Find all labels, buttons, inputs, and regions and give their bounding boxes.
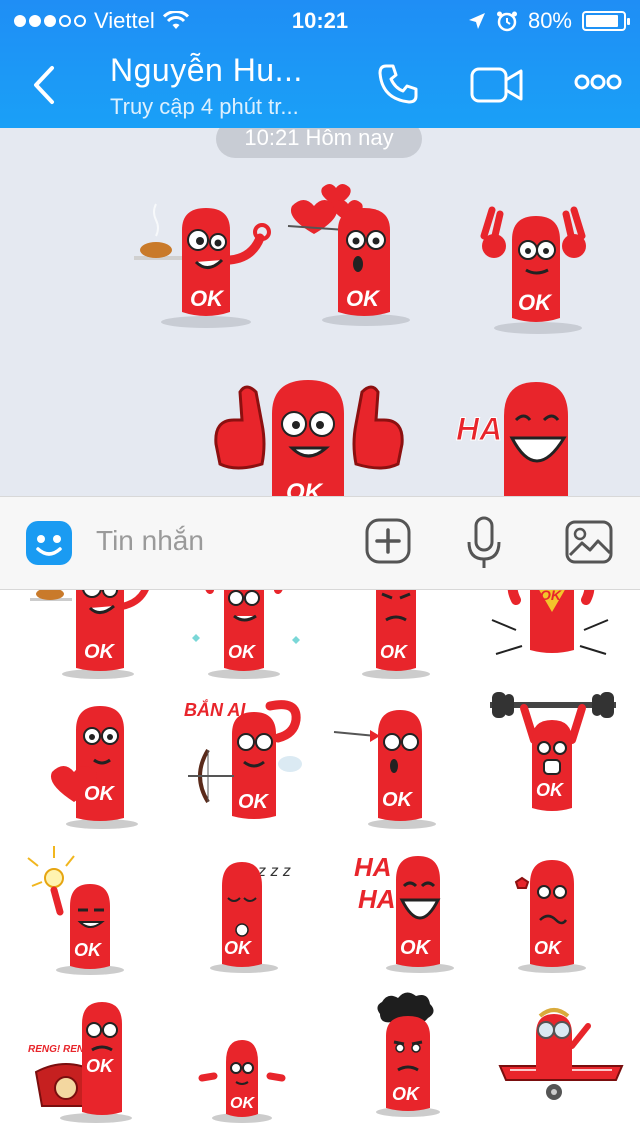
video-camera-icon[interactable] xyxy=(470,66,524,104)
sticker-item[interactable]: BẮN AI OK xyxy=(178,690,308,820)
sticker-ok-text: OK xyxy=(382,789,414,811)
sticker-ok-text: OK xyxy=(518,290,553,315)
sticker-ha-text: HA xyxy=(354,852,392,882)
sticker-ok-text: OK xyxy=(540,590,562,603)
sticker-item[interactable]: OK xyxy=(504,846,634,976)
chat-area[interactable]: 10:21 Hôm nay OK OK OK OK HA xyxy=(0,128,640,496)
alarm-clock-icon xyxy=(496,11,517,32)
more-dots-icon[interactable] xyxy=(574,74,622,90)
sticker-ok-text: OK xyxy=(380,642,409,662)
sticker-message[interactable]: OK xyxy=(286,178,426,328)
sticker-item[interactable] xyxy=(496,996,626,1126)
sticker-ok-text: OK xyxy=(400,937,432,959)
battery-percent: 80% xyxy=(527,8,572,33)
sticker-ok-text: OK xyxy=(74,940,103,960)
sticker-item[interactable]: HA HA OK xyxy=(350,846,480,976)
status-bar: Viettel 10:21 80% xyxy=(0,0,640,40)
plus-circle-icon[interactable] xyxy=(364,517,412,565)
sticker-ok-text: OK xyxy=(534,938,563,958)
sticker-ok-text: OK xyxy=(84,783,116,805)
image-icon[interactable] xyxy=(564,519,614,565)
sticker-item[interactable]: RENG! RENG! OK xyxy=(26,996,156,1126)
sticker-item[interactable]: OK xyxy=(486,590,616,680)
sticker-message[interactable]: OK xyxy=(126,200,276,330)
sticker-ok-text: OK xyxy=(228,642,257,662)
sticker-ok-text: OK xyxy=(224,938,253,958)
sticker-item[interactable]: OK xyxy=(26,590,156,680)
sticker-ok-text: OK xyxy=(190,286,225,311)
sticker-ha-text: HA xyxy=(456,411,502,447)
sticker-message[interactable]: OK xyxy=(478,206,596,336)
sticker-item[interactable]: OK xyxy=(332,590,462,680)
sticker-ok-text: OK xyxy=(286,479,324,496)
sticker-item[interactable]: OK xyxy=(488,690,618,820)
sticker-ok-text: OK xyxy=(86,1056,115,1076)
microphone-icon[interactable] xyxy=(466,515,502,571)
location-arrow-icon xyxy=(468,13,485,29)
sticker-item[interactable]: OK xyxy=(178,996,308,1126)
contact-name[interactable]: Nguyễn Hu... xyxy=(110,52,303,89)
sticker-ok-text: OK xyxy=(84,641,116,663)
sticker-ok-text: OK xyxy=(230,1095,255,1112)
sticker-message[interactable]: OK xyxy=(206,374,412,496)
message-composer: Tin nhắn xyxy=(0,496,640,590)
last-seen-status: Truy cập 4 phút tr... xyxy=(110,94,299,119)
sticker-ha-text: HA xyxy=(358,884,396,914)
phone-icon[interactable] xyxy=(376,62,420,106)
sticker-item[interactable]: OK xyxy=(332,700,462,830)
nav-bar: Nguyễn Hu... Truy cập 4 phút tr... xyxy=(0,40,640,128)
app-header: Viettel 10:21 80% Nguyễn Hu... Truy cập … xyxy=(0,0,640,128)
sticker-panel[interactable]: OK OK OK OK OK BẮN AI OK OK OK OK z z z … xyxy=(0,590,640,1136)
sticker-message[interactable]: HA xyxy=(452,376,582,496)
battery-icon xyxy=(582,11,630,31)
sticker-item[interactable]: z z z OK xyxy=(196,846,326,976)
sticker-item[interactable]: OK xyxy=(350,988,480,1118)
status-right: 80% xyxy=(468,8,630,34)
emoji-icon[interactable] xyxy=(24,519,74,567)
sticker-ok-text: OK xyxy=(346,286,381,311)
sticker-ok-text: OK xyxy=(392,1084,421,1104)
sticker-item[interactable]: OK xyxy=(36,700,166,830)
sticker-item[interactable]: OK xyxy=(24,846,154,976)
message-input[interactable]: Tin nhắn xyxy=(96,525,204,557)
sticker-ban-ai-text: BẮN AI xyxy=(184,699,246,720)
sticker-ok-text: OK xyxy=(536,780,565,800)
chevron-left-icon[interactable] xyxy=(26,60,66,110)
date-separator: 10:21 Hôm nay xyxy=(216,128,422,158)
sticker-ok-text: OK xyxy=(238,791,270,813)
sticker-zzz-text: z z z xyxy=(257,863,291,880)
sticker-item[interactable]: OK xyxy=(180,590,310,680)
